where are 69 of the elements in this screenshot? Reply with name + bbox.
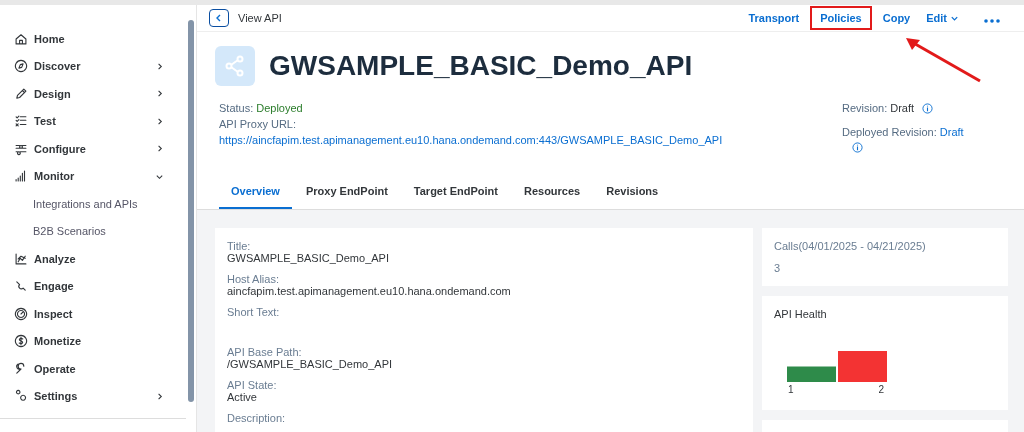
proxy-url-link[interactable]: https://aincfapim.test.apimanagement.eu10.hana.ondemand.com:443/GWSAMPLE_BASIC_Demo_API	[219, 134, 723, 146]
status-value: Deployed	[256, 101, 303, 116]
field-label: Short Text:	[227, 306, 281, 318]
action-link[interactable]: Copy	[877, 6, 916, 30]
calls-title: Calls(04/01/2025 - 04/21/2025)	[774, 240, 927, 252]
sidebar-item[interactable]: Monitor	[0, 162, 186, 190]
field-label: Description:	[227, 412, 287, 424]
info-icon[interactable]	[852, 142, 863, 153]
action-link[interactable]: Policies	[810, 6, 872, 30]
field-value: Active	[227, 391, 258, 403]
more-icon[interactable]	[984, 18, 1000, 23]
field-label: API State:	[227, 379, 278, 391]
field-value: aincfapim.test.apimanagement.eu10.hana.ondemand.com	[227, 285, 512, 297]
nav-icon	[14, 59, 28, 74]
sidebar-item[interactable]: Test	[0, 107, 186, 135]
chevron-icon	[155, 61, 164, 71]
field-label: Host Alias:	[227, 273, 280, 285]
nav-icon	[14, 86, 28, 101]
field-label: Title:	[227, 240, 252, 252]
sidebar-item[interactable]: B2B Scenarios	[0, 217, 186, 245]
share-icon	[215, 46, 255, 86]
deployed-revision-link[interactable]: Draft	[939, 124, 964, 140]
field-label: API Base Path:	[227, 346, 303, 358]
api-name: GWSAMPLE_BASIC_Demo_API	[269, 50, 693, 82]
sidebar-item[interactable]: Inspect	[0, 300, 186, 328]
health-bar	[838, 351, 887, 382]
chevron-icon	[155, 116, 164, 126]
info-icon[interactable]	[922, 102, 934, 114]
sidebar-item[interactable]: Analyze	[0, 245, 186, 273]
bar-label: 2	[878, 384, 884, 395]
url-label: API Proxy URL:	[219, 117, 298, 132]
chevron-icon	[155, 89, 164, 99]
nav-icon	[14, 279, 28, 294]
sidebar-item[interactable]: Configure	[0, 135, 186, 163]
bar-label: 1	[788, 384, 794, 395]
sidebar-item[interactable]: Integrations and APIs	[0, 190, 186, 218]
sidebar-item[interactable]: Discover	[0, 52, 186, 80]
sidebar-item[interactable]: Engage	[0, 272, 186, 300]
deployed-revision-label: Deployed Revision:	[842, 125, 937, 140]
tab[interactable]: Revisions	[594, 181, 671, 209]
nav-icon	[14, 169, 28, 184]
chevron-icon	[155, 144, 164, 154]
tab[interactable]: Resources	[511, 181, 593, 209]
nav-icon	[14, 334, 28, 349]
nav-icon	[14, 114, 28, 129]
chevron-icon	[155, 391, 164, 401]
action-link[interactable]: Edit	[921, 6, 964, 30]
health-title: API Health	[774, 308, 828, 320]
sidebar-item[interactable]: Monetize	[0, 327, 186, 355]
field-value: /GWSAMPLE_BASIC_Demo_API	[227, 358, 394, 370]
action-link[interactable]: Transport	[743, 6, 805, 30]
nav-icon	[14, 306, 28, 321]
sidebar-item[interactable]: Operate	[0, 355, 186, 383]
revision-value: Draft	[890, 101, 915, 116]
page-title: View API	[238, 12, 282, 24]
back-button[interactable]	[209, 9, 229, 27]
sidebar-item[interactable]: Design	[0, 80, 186, 108]
sidebar-item[interactable]: Home	[0, 25, 186, 53]
revision-label: Revision:	[842, 101, 888, 116]
sidebar-item[interactable]: Settings	[0, 382, 186, 410]
health-bar	[787, 366, 836, 382]
nav-icon	[14, 31, 28, 46]
field-value: GWSAMPLE_BASIC_Demo_API	[227, 252, 390, 264]
tab[interactable]: Target EndPoint	[401, 181, 510, 209]
status-label: Status:	[219, 101, 254, 116]
calls-count: 3	[774, 262, 782, 274]
nav-icon	[14, 251, 28, 266]
nav-icon	[14, 389, 28, 404]
tab[interactable]: Proxy EndPoint	[293, 181, 400, 209]
